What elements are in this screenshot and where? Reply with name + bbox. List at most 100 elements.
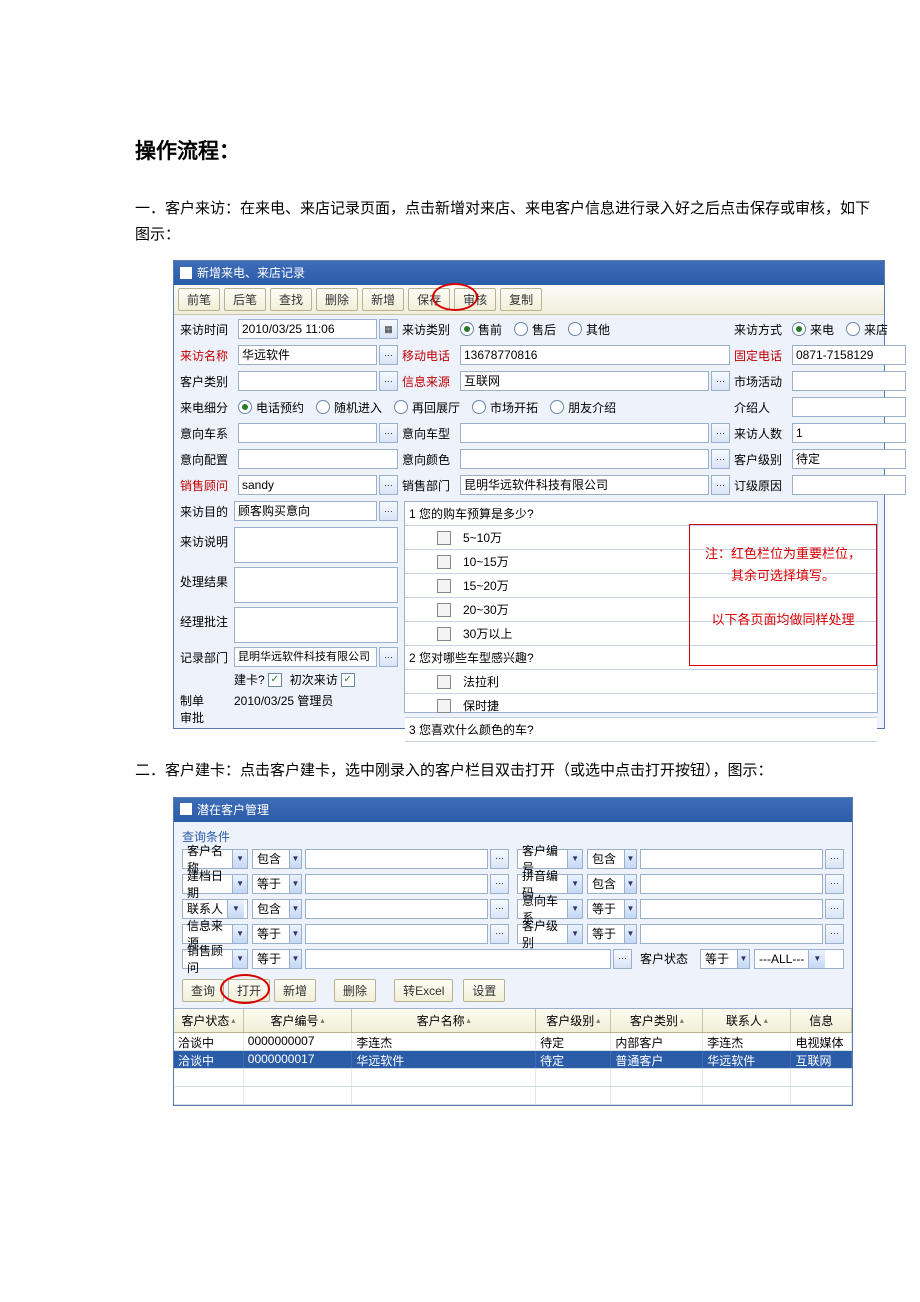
btn-search[interactable]: 查找	[270, 288, 312, 311]
chevron-down-icon[interactable]: ▼	[289, 875, 301, 893]
chevron-down-icon[interactable]: ▼	[737, 950, 749, 968]
field-intent-model[interactable]	[460, 423, 709, 443]
field-referrer[interactable]	[792, 397, 906, 417]
dropdown-icon[interactable]: ⋯	[379, 475, 398, 495]
query-value-input[interactable]	[640, 849, 823, 869]
btn-copy[interactable]: 复制	[500, 288, 542, 311]
btn-save[interactable]: 保存	[408, 288, 450, 311]
field-visit-note[interactable]	[234, 527, 398, 563]
btn-delete[interactable]: 删除	[316, 288, 358, 311]
query-value-input[interactable]	[305, 874, 488, 894]
field-record-dept[interactable]: 昆明华远软件科技有限公司	[234, 647, 377, 667]
checkbox-icon[interactable]	[437, 555, 451, 569]
field-order-reason[interactable]	[792, 475, 906, 495]
chevron-down-icon[interactable]: ▼	[624, 875, 636, 893]
combo-field[interactable]: 等于▼	[252, 874, 302, 894]
btn-open[interactable]: 打开	[228, 979, 270, 1002]
combo-field[interactable]: 包含▼	[252, 849, 302, 869]
field-result[interactable]	[234, 567, 398, 603]
radio-shop[interactable]	[846, 322, 860, 336]
chevron-down-icon[interactable]: ▼	[567, 900, 582, 918]
lookup-icon[interactable]: ⋯	[825, 874, 844, 894]
combo-field[interactable]: 信息来源▼	[182, 924, 248, 944]
field-sales-consult[interactable]: sandy	[238, 475, 377, 495]
checkbox-first-visit[interactable]	[341, 673, 355, 687]
combo-field[interactable]: 联系人▼	[182, 899, 248, 919]
combo-field[interactable]: 等于▼	[587, 899, 637, 919]
lookup-icon[interactable]: ⋯	[825, 849, 844, 869]
dropdown-icon[interactable]: ⋯	[379, 423, 398, 443]
btn-new[interactable]: 新增	[362, 288, 404, 311]
radio-aftersale[interactable]	[514, 322, 528, 336]
field-mgr-remark[interactable]	[234, 607, 398, 643]
combo-field[interactable]: 客户编号▼	[517, 849, 583, 869]
field-intent-config[interactable]	[238, 449, 398, 469]
lookup-icon[interactable]: ⋯	[825, 899, 844, 919]
chevron-down-icon[interactable]: ▼	[232, 950, 247, 968]
btn-query[interactable]: 查询	[182, 979, 224, 1002]
combo-field[interactable]: 意向车系▼	[517, 899, 583, 919]
radio-reserve[interactable]	[238, 400, 252, 414]
field-mobile[interactable]: 13678770816	[460, 345, 730, 365]
chevron-down-icon[interactable]: ▼	[624, 900, 636, 918]
combo-field[interactable]: 等于▼	[700, 949, 750, 969]
field-fixed-tel[interactable]: 0871-7158129	[792, 345, 906, 365]
chevron-down-icon[interactable]: ▼	[232, 850, 247, 868]
table-row[interactable]: 洽谈中0000000007李连杰待定内部客户李连杰电视媒体	[174, 1033, 852, 1051]
field-mkt-act[interactable]	[792, 371, 906, 391]
btn-setting[interactable]: 设置	[463, 979, 505, 1002]
field-visit-count[interactable]: 1	[792, 423, 906, 443]
query-value-input[interactable]	[305, 924, 488, 944]
chevron-down-icon[interactable]: ▼	[232, 925, 247, 943]
chevron-down-icon[interactable]: ▼	[808, 950, 825, 968]
btn-prev[interactable]: 前笔	[178, 288, 220, 311]
q2-opt[interactable]: 法拉利	[405, 670, 877, 694]
query-value-input[interactable]	[305, 949, 611, 969]
btn-next[interactable]: 后笔	[224, 288, 266, 311]
combo-field[interactable]: 等于▼	[252, 924, 302, 944]
chevron-down-icon[interactable]: ▼	[567, 875, 582, 893]
combo-field[interactable]: ---ALL---▼	[754, 949, 844, 969]
checkbox-icon[interactable]	[437, 699, 451, 713]
checkbox-icon[interactable]	[437, 627, 451, 641]
checkbox-icon[interactable]	[437, 603, 451, 617]
checkbox-icon[interactable]	[437, 675, 451, 689]
dropdown-icon[interactable]: ⋯	[711, 449, 730, 469]
dropdown-icon[interactable]: ⋯	[711, 423, 730, 443]
col-no[interactable]: 客户编号▴	[244, 1009, 352, 1032]
checkbox-icon[interactable]	[437, 579, 451, 593]
col-contact[interactable]: 联系人▴	[703, 1009, 791, 1032]
query-value-input[interactable]	[305, 849, 488, 869]
combo-field[interactable]: 建档日期▼	[182, 874, 248, 894]
dropdown-icon[interactable]: ⋯	[711, 475, 730, 495]
chevron-down-icon[interactable]: ▼	[289, 900, 301, 918]
col-type[interactable]: 客户类别▴	[611, 1009, 703, 1032]
dropdown-icon[interactable]: ⋯	[379, 647, 398, 667]
dropdown-icon[interactable]: ⋯	[711, 371, 730, 391]
chevron-down-icon[interactable]: ▼	[232, 875, 247, 893]
chevron-down-icon[interactable]: ▼	[567, 850, 582, 868]
field-cust-level[interactable]: 待定	[792, 449, 906, 469]
btn-delete[interactable]: 删除	[334, 979, 376, 1002]
field-visit-name[interactable]: 华远软件	[238, 345, 377, 365]
radio-market[interactable]	[472, 400, 486, 414]
combo-field[interactable]: 等于▼	[587, 924, 637, 944]
field-info-src[interactable]: 互联网	[460, 371, 709, 391]
field-visit-purpose[interactable]: 顾客购买意向	[234, 501, 377, 521]
combo-field[interactable]: 客户名称▼	[182, 849, 248, 869]
chevron-down-icon[interactable]: ▼	[289, 850, 301, 868]
lookup-icon[interactable]: ⋯	[490, 899, 509, 919]
btn-excel[interactable]: 转Excel	[394, 979, 453, 1002]
col-status[interactable]: 客户状态▴	[174, 1009, 244, 1032]
combo-field[interactable]: 客户级别▼	[517, 924, 583, 944]
combo-field[interactable]: 销售顾问▼	[182, 949, 248, 969]
dropdown-icon[interactable]: ⋯	[379, 501, 398, 521]
field-sales-dept[interactable]: 昆明华远软件科技有限公司	[460, 475, 709, 495]
combo-field[interactable]: 包含▼	[252, 899, 302, 919]
q2-opt[interactable]: 保时捷	[405, 694, 877, 718]
radio-other[interactable]	[568, 322, 582, 336]
dropdown-icon[interactable]: ⋯	[379, 371, 398, 391]
lookup-icon[interactable]: ⋯	[613, 949, 632, 969]
query-value-input[interactable]	[305, 899, 488, 919]
chevron-down-icon[interactable]: ▼	[289, 925, 301, 943]
